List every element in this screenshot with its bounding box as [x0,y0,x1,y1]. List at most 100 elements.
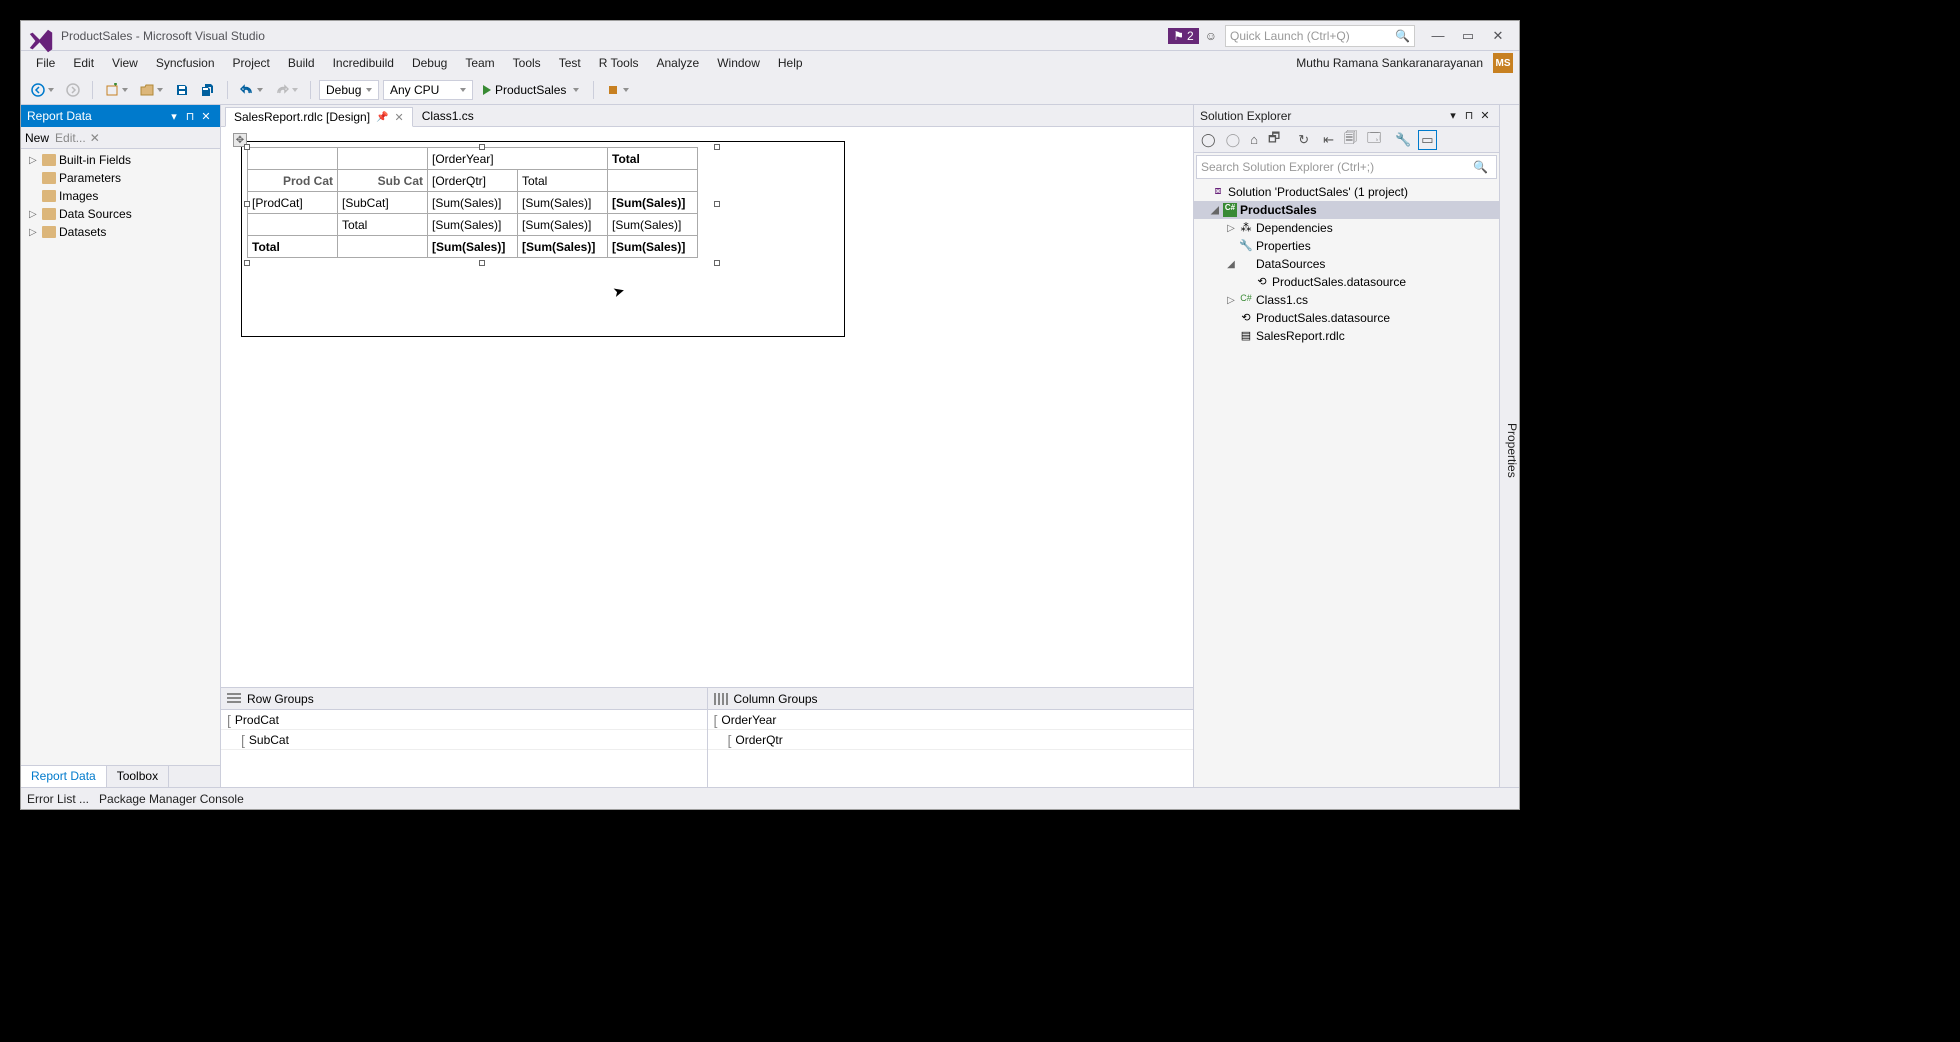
panel-close-icon[interactable]: ✕ [1477,109,1493,122]
tablix-cell[interactable]: [Sum(Sales)] [428,214,518,236]
menu-file[interactable]: File [27,53,64,73]
tablix-cell[interactable]: [Sum(Sales)] [428,192,518,214]
menu-tools[interactable]: Tools [504,53,550,73]
signed-in-user[interactable]: Muthu Ramana Sankaranarayanan [1296,56,1489,70]
tablix-cell[interactable]: [Sum(Sales)] [518,236,608,258]
tablix-cell[interactable]: Total [518,170,608,192]
tab-toolbox[interactable]: Toolbox [107,766,169,787]
panel-pin-icon[interactable]: ⊓ [1461,109,1477,122]
selection-handle[interactable] [244,260,250,266]
solution-explorer-search[interactable]: Search Solution Explorer (Ctrl+;) 🔍 [1196,155,1497,179]
selection-handle[interactable] [714,144,720,150]
column-group-item[interactable]: [OrderQtr [708,730,1194,750]
tablix-cell[interactable] [338,236,428,258]
tablix-cell[interactable]: [Sum(Sales)] [608,192,698,214]
datasources-folder-node[interactable]: ◢DataSources [1194,255,1499,273]
tablix-cell[interactable]: [Sum(Sales)] [428,236,518,258]
se-refresh-icon[interactable]: ↻ [1295,130,1312,150]
selection-handle[interactable] [714,260,720,266]
selection-handle[interactable] [479,260,485,266]
error-list-tab[interactable]: Error List ... [27,792,89,806]
tablix-cell[interactable] [248,214,338,236]
tablix-cell[interactable]: [SubCat] [338,192,428,214]
feedback-icon[interactable]: ☺ [1205,29,1217,43]
rdlc-design-surface[interactable]: ✥ [OrderYear] Total [221,127,1193,687]
rdlc-file-node[interactable]: ▤SalesReport.rdlc [1194,327,1499,345]
menu-view[interactable]: View [103,53,147,73]
tablix-cell[interactable]: Total [338,214,428,236]
config-combo[interactable]: Debug [319,80,379,100]
tree-item-builtin[interactable]: ▷Built-in Fields [21,151,220,169]
platform-combo[interactable]: Any CPU [383,80,473,100]
column-group-item[interactable]: [OrderYear [708,710,1194,730]
tablix-region[interactable]: ✥ [OrderYear] Total [247,147,698,258]
class-file-node[interactable]: ▷C#Class1.cs [1194,291,1499,309]
se-back-icon[interactable]: ◯ [1198,130,1219,150]
nav-back-button[interactable] [27,81,58,99]
tree-item-datasources[interactable]: ▷Data Sources [21,205,220,223]
datasource-file-node-2[interactable]: ⟲ProductSales.datasource [1194,309,1499,327]
close-tab-icon[interactable]: ✕ [395,111,404,124]
quick-launch-input[interactable]: Quick Launch (Ctrl+Q) 🔍 [1225,25,1415,47]
se-properties-icon[interactable]: 🗔 [1364,127,1384,153]
properties-collapsed-tab[interactable]: Properties [1499,105,1519,787]
tablix-cell[interactable] [248,148,338,170]
row-group-item[interactable]: [ProdCat [221,710,707,730]
selection-handle[interactable] [714,201,720,207]
se-preview-icon[interactable]: ▭ [1418,130,1436,150]
close-button[interactable]: ✕ [1483,28,1513,44]
tablix-cell[interactable] [608,170,698,192]
tab-class1[interactable]: Class1.cs [413,106,483,126]
menu-edit[interactable]: Edit [64,53,103,73]
row-group-item[interactable]: [SubCat [221,730,707,750]
start-debug-button[interactable]: ProductSales [477,81,585,99]
save-all-button[interactable] [197,81,219,99]
minimize-button[interactable]: — [1423,28,1453,43]
menu-window[interactable]: Window [708,53,769,73]
menu-rtools[interactable]: R Tools [590,53,648,73]
tablix-cell[interactable]: Sub Cat [338,170,428,192]
panel-dropdown-icon[interactable]: ▾ [166,110,182,123]
project-node[interactable]: ◢C#ProductSales [1194,201,1499,219]
tree-item-parameters[interactable]: Parameters [21,169,220,187]
tablix-cell[interactable]: [OrderYear] [428,148,608,170]
tablix-cell[interactable]: Prod Cat [248,170,338,192]
selection-handle[interactable] [244,201,250,207]
datasource-file-node[interactable]: ⟲ProductSales.datasource [1194,273,1499,291]
se-sync-icon[interactable]: 🗗 [1265,127,1283,153]
maximize-button[interactable]: ▭ [1453,28,1483,44]
open-file-button[interactable] [136,81,167,99]
solution-explorer-header[interactable]: Solution Explorer ▾ ⊓ ✕ [1194,105,1499,127]
panel-pin-icon[interactable]: ⊓ [182,110,198,123]
se-home-icon[interactable]: ⌂ [1247,130,1261,149]
notification-flag-badge[interactable]: ⚑ 2 [1168,28,1198,44]
tablix-cell[interactable]: [Sum(Sales)] [518,192,608,214]
tabs-overflow-dropdown[interactable] [1181,122,1193,126]
selection-handle[interactable] [479,144,485,150]
panel-dropdown-icon[interactable]: ▾ [1445,109,1461,122]
edit-button[interactable]: Edit... [55,131,86,145]
tablix-cell[interactable]: [Sum(Sales)] [608,214,698,236]
menu-project[interactable]: Project [224,53,279,73]
se-collapse-icon[interactable]: ⇤ [1320,130,1337,150]
tree-item-datasets[interactable]: ▷Datasets [21,223,220,241]
tablix-cell[interactable]: Total [608,148,698,170]
tablix-cell[interactable]: Total [248,236,338,258]
new-project-button[interactable] [101,81,132,99]
tablix-cell[interactable]: [OrderQtr] [428,170,518,192]
menu-syncfusion[interactable]: Syncfusion [147,53,224,73]
menu-test[interactable]: Test [550,53,590,73]
report-data-header[interactable]: Report Data ▾ ⊓ ✕ [21,105,220,127]
se-forward-icon[interactable]: ◯ [1223,130,1244,150]
user-avatar-badge[interactable]: MS [1493,53,1513,73]
tablix-cell[interactable]: [Sum(Sales)] [518,214,608,236]
menu-analyze[interactable]: Analyze [648,53,709,73]
tablix-cell[interactable] [338,148,428,170]
properties-node[interactable]: 🔧Properties [1194,237,1499,255]
tablix-table[interactable]: [OrderYear] Total Prod Cat Sub Cat [Orde… [247,147,698,258]
dependencies-node[interactable]: ▷⁂Dependencies [1194,219,1499,237]
tablix-cell[interactable]: [Sum(Sales)] [608,236,698,258]
tab-salesreport[interactable]: SalesReport.rdlc [Design] 📌 ✕ [225,107,413,127]
tablix-cell[interactable]: [ProdCat] [248,192,338,214]
menu-help[interactable]: Help [769,53,812,73]
